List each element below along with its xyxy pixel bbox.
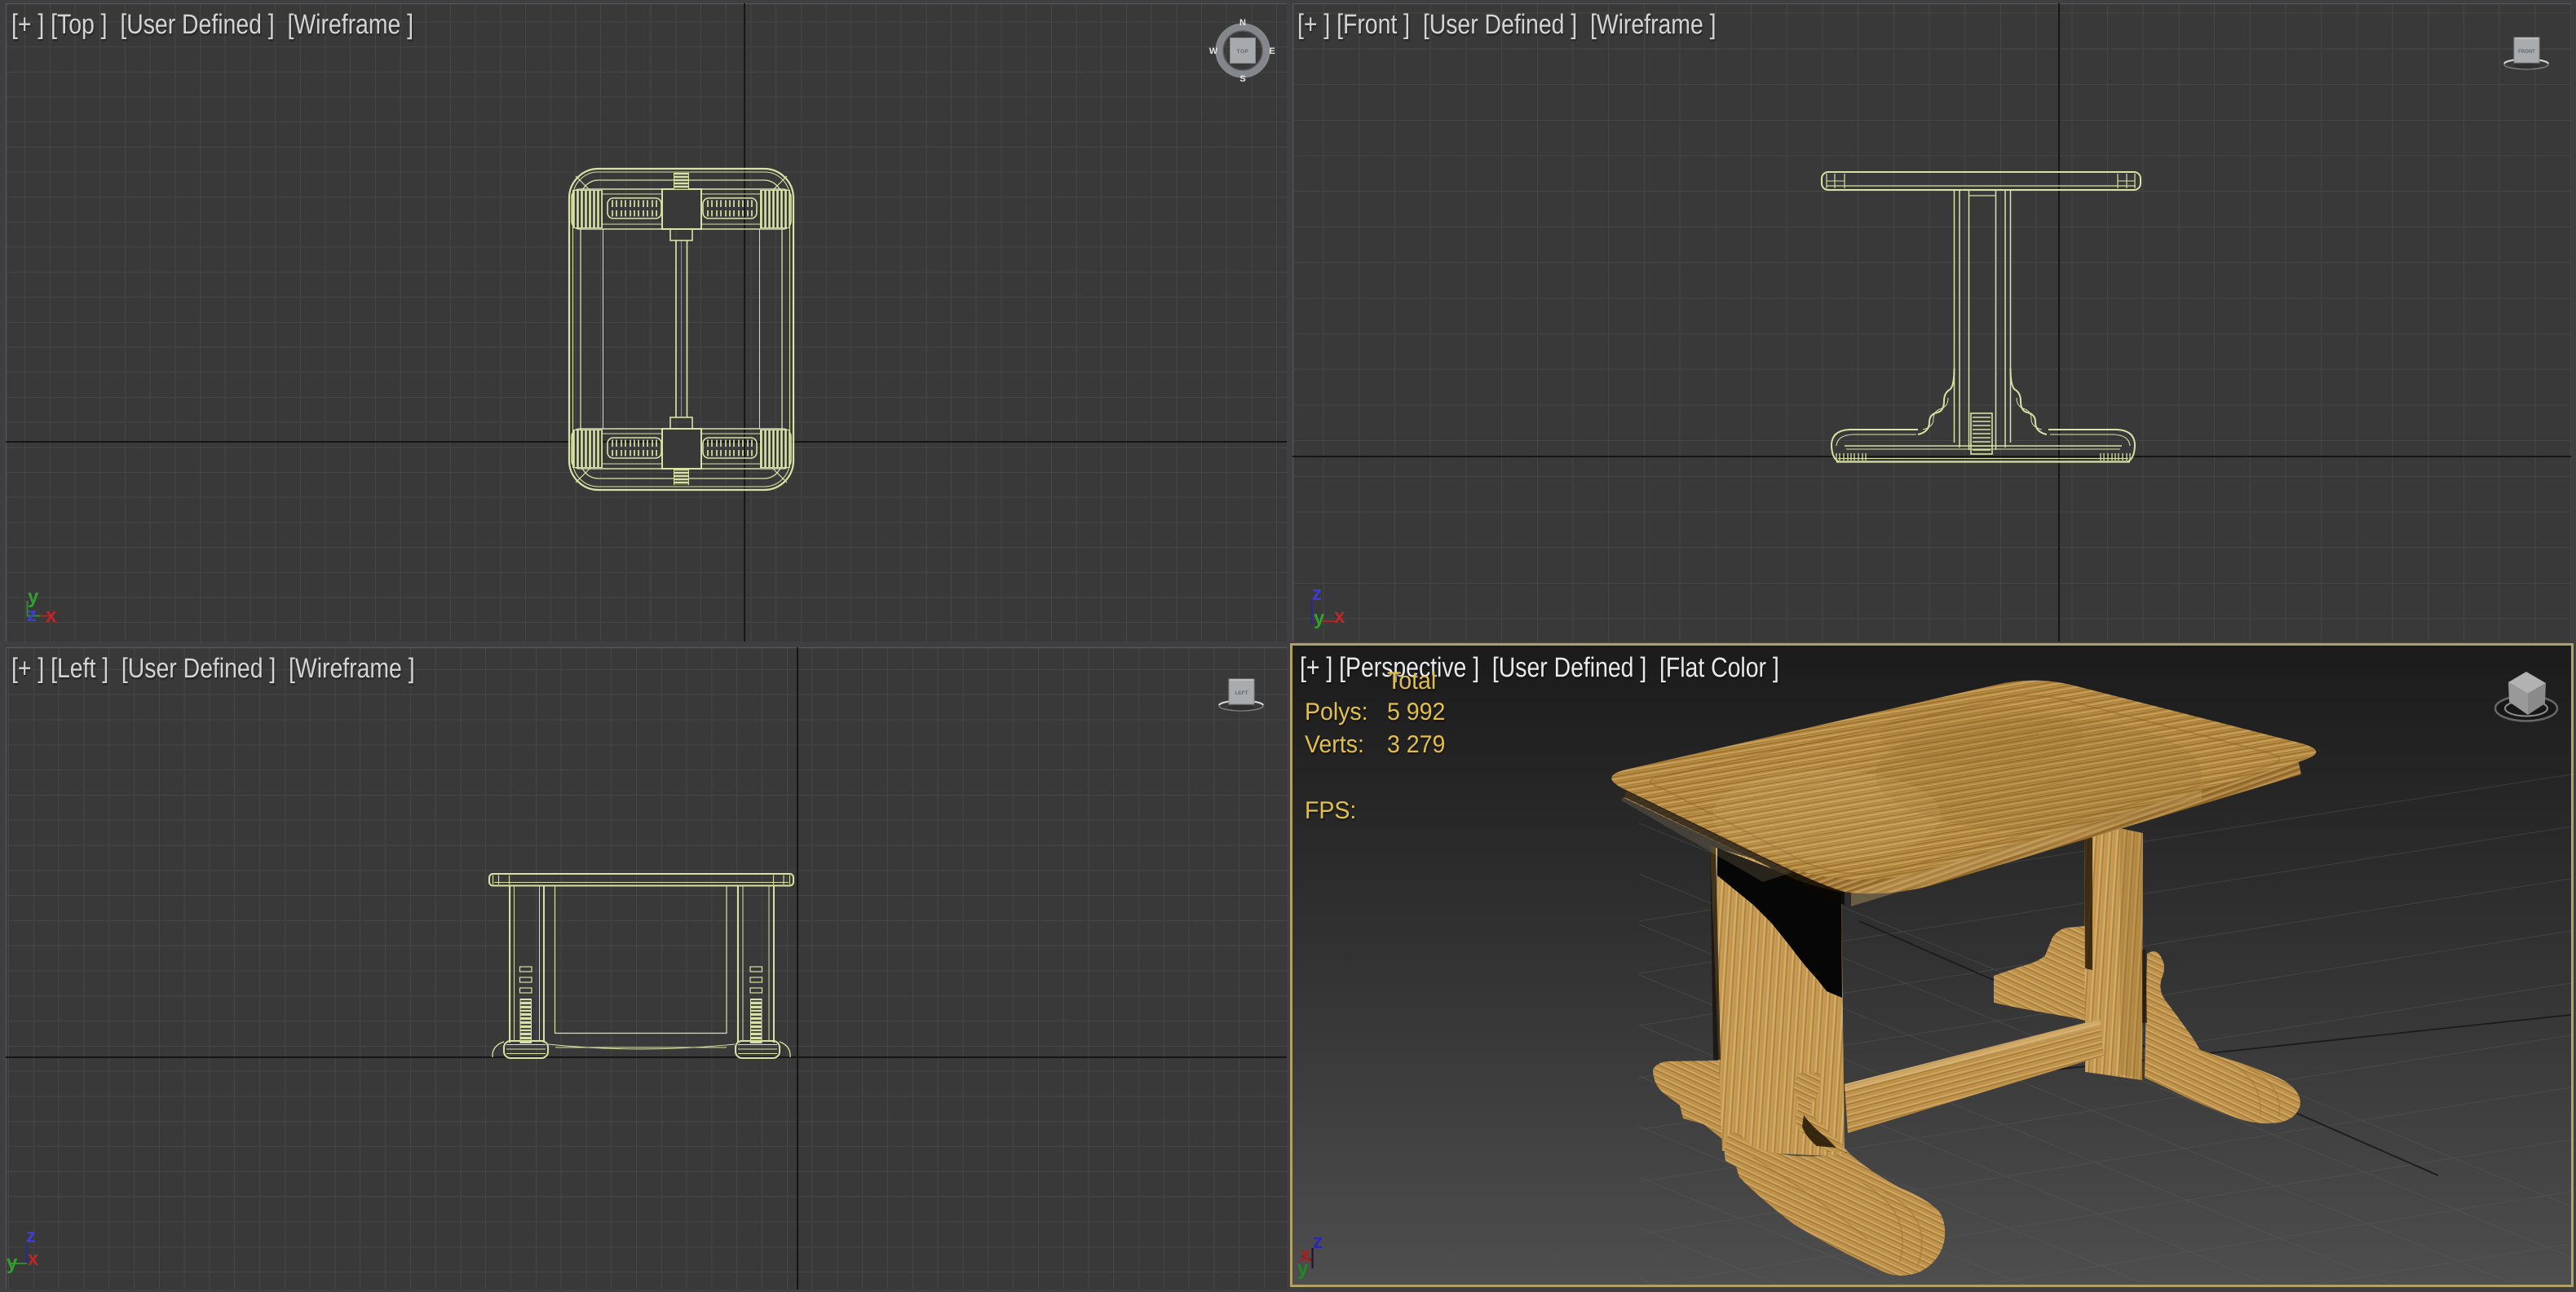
svg-text:x: x [1334, 606, 1345, 628]
svg-text:LEFT: LEFT [1235, 690, 1248, 696]
svg-text:x: x [46, 605, 57, 627]
svg-text:y: y [7, 1252, 18, 1274]
svg-text:TOP: TOP [1237, 49, 1249, 55]
svg-text:z: z [1312, 583, 1322, 605]
svg-text:N: N [1239, 18, 1246, 28]
svg-text:x: x [1300, 1244, 1311, 1266]
svg-text:FRONT: FRONT [2518, 50, 2535, 55]
svg-text:x: x [28, 1248, 39, 1270]
svg-text:y: y [1314, 607, 1325, 629]
svg-text:z: z [26, 1225, 36, 1247]
svg-text:z: z [1313, 1231, 1323, 1253]
svg-text:E: E [1269, 46, 1275, 56]
svg-text:z: z [27, 604, 37, 626]
svg-text:W: W [1209, 46, 1218, 56]
svg-text:S: S [1239, 74, 1245, 84]
